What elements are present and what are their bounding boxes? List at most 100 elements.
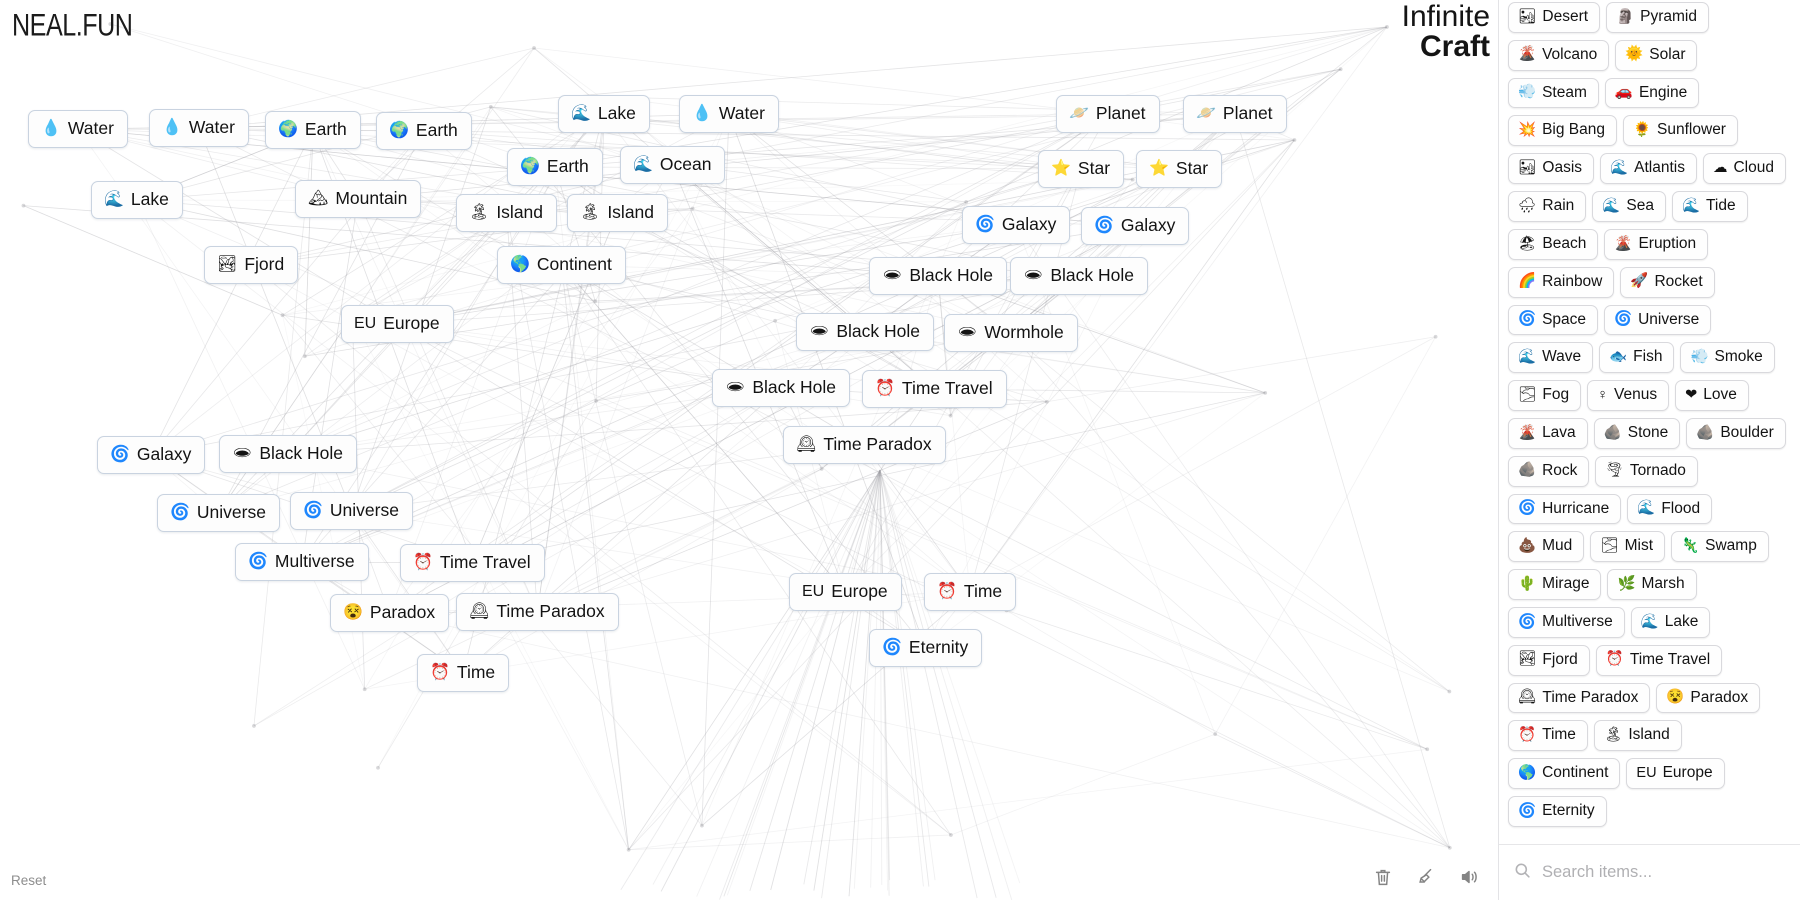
sidebar-item-universe[interactable]: 🌀 Universe [1604, 304, 1712, 336]
sidebar-item-rainbow[interactable]: 🌈 Rainbow [1508, 266, 1615, 298]
canvas-node[interactable]: ⏰ Time [924, 573, 1017, 611]
canvas-node[interactable]: 🕳 Black Hole [712, 369, 850, 407]
canvas-node[interactable]: 🌍 Earth [376, 112, 472, 150]
trash-icon[interactable] [1372, 865, 1394, 889]
sidebar-item-pyramid[interactable]: 🗿 Pyramid [1606, 2, 1709, 33]
sidebar-item-marsh[interactable]: 🌿 Marsh [1607, 569, 1697, 600]
canvas-node[interactable]: 🕳 Black Hole [796, 313, 934, 351]
sidebar-item-big-bang[interactable]: 💥 Big Bang [1508, 115, 1617, 147]
canvas-node[interactable]: 🌀 Multiverse [235, 543, 369, 581]
canvas-node[interactable]: 🏝 Island [456, 194, 558, 232]
sidebar-item-mist[interactable]: 🌫 Mist [1590, 531, 1666, 563]
canvas-node[interactable]: EU Europe [789, 573, 902, 611]
sidebar-item-space[interactable]: 🌀 Space [1508, 304, 1599, 336]
sidebar-item-engine[interactable]: 🚗 Engine [1604, 77, 1700, 109]
search-bar[interactable] [1499, 844, 1800, 900]
canvas-node[interactable]: EU Europe [341, 305, 454, 343]
canvas-node[interactable]: 💧 Water [679, 95, 779, 133]
sidebar-item-eruption[interactable]: 🌋 Eruption [1604, 228, 1709, 260]
sidebar-item-venus[interactable]: ♀ Venus [1587, 380, 1670, 411]
canvas-node[interactable]: ⏰ Time Travel [862, 370, 1007, 408]
canvas-node[interactable]: 🏔 Mountain [295, 180, 422, 218]
sidebar-item-rain[interactable]: 🌧 Rain [1508, 191, 1587, 222]
canvas-node[interactable]: 🌀 Eternity [869, 629, 983, 667]
sidebar-item-fish[interactable]: 🐟 Fish [1599, 342, 1675, 374]
sidebar-item-flood[interactable]: 🌊 Flood [1627, 493, 1713, 525]
canvas-node[interactable]: 🌍 Earth [265, 111, 361, 149]
canvas-node[interactable]: 🌍 Earth [507, 148, 603, 186]
canvas-node[interactable]: 🕳 Black Hole [869, 257, 1007, 295]
sidebar-item-island[interactable]: 🏝 Island [1593, 720, 1682, 752]
sidebar-item-beach[interactable]: 🏖 Beach [1508, 228, 1599, 260]
canvas-node[interactable]: 🌊 Ocean [620, 146, 726, 184]
canvas-node[interactable]: ⏰ Time [417, 654, 510, 692]
sidebar-item-time[interactable]: ⏰ Time [1508, 720, 1588, 752]
sidebar-item-desert[interactable]: 🏜 Desert [1508, 2, 1601, 33]
canvas-node[interactable]: 🌀 Universe [157, 494, 280, 532]
sidebar-item-lake[interactable]: 🌊 Lake [1630, 607, 1711, 638]
canvas-node[interactable]: 🕳 Black Hole [1010, 257, 1148, 295]
sidebar-item-volcano[interactable]: 🌋 Volcano [1508, 39, 1610, 71]
item-emoji-icon: 🌀 [1518, 500, 1537, 517]
sidebar-item-multiverse[interactable]: 🌀 Multiverse [1508, 607, 1625, 638]
canvas-node[interactable]: 💧 Water [149, 109, 249, 147]
crafting-canvas[interactable]: NEAL.FUN Infinite Craft 💧 Water 💧 Water 🌍 Ear… [0, 0, 1498, 900]
canvas-node[interactable]: 🕳 Wormhole [944, 314, 1078, 352]
sidebar-item-hurricane[interactable]: 🌀 Hurricane [1508, 493, 1622, 525]
sidebar-item-sunflower[interactable]: 🌻 Sunflower [1622, 115, 1738, 147]
sidebar-item-tide[interactable]: 🌊 Tide [1671, 191, 1748, 222]
sidebar-item-fjord[interactable]: 🏞 Fjord [1508, 644, 1590, 676]
canvas-node[interactable]: ⭐ Star [1038, 150, 1125, 188]
canvas-node[interactable]: 🌀 Universe [290, 492, 413, 530]
sidebar-item-oasis[interactable]: 🏜 Oasis [1508, 153, 1595, 185]
canvas-node[interactable]: 💧 Water [28, 110, 128, 148]
canvas-node[interactable]: ⏰ Time Travel [400, 544, 545, 582]
canvas-node[interactable]: ⭐ Star [1136, 150, 1223, 188]
canvas-node[interactable]: 🪐 Planet [1183, 95, 1287, 133]
reset-button[interactable]: Reset [11, 873, 46, 888]
item-list[interactable]: 🏜 Desert 🗿 Pyramid 🌋 Volcano 🌞 Solar 💨 Steam 🚗 Engi… [1499, 0, 1800, 844]
canvas-node[interactable]: 🌀 Galaxy [1081, 207, 1190, 245]
canvas-node[interactable]: 🌀 Galaxy [962, 206, 1071, 244]
sidebar-item-rocket[interactable]: 🚀 Rocket [1620, 266, 1715, 298]
sidebar-item-paradox[interactable]: 😵 Paradox [1656, 682, 1761, 714]
broom-icon[interactable] [1415, 865, 1437, 889]
canvas-node[interactable]: 🌊 Lake [558, 95, 650, 133]
sidebar-item-time-paradox[interactable]: 🕰 Time Paradox [1508, 682, 1651, 714]
sidebar-item-mud[interactable]: 💩 Mud [1508, 531, 1585, 563]
sidebar-item-time-travel[interactable]: ⏰ Time Travel [1595, 644, 1723, 676]
sidebar-item-wave[interactable]: 🌊 Wave [1508, 342, 1594, 374]
canvas-node[interactable]: 🪐 Planet [1056, 95, 1160, 133]
canvas-node[interactable]: 🌎 Continent [497, 246, 626, 284]
sidebar-item-cloud[interactable]: ☁ Cloud [1702, 153, 1786, 185]
canvas-node[interactable]: 🕰 Time Paradox [783, 426, 946, 464]
canvas-node[interactable]: 🌊 Lake [91, 181, 183, 219]
canvas-node[interactable]: 🏞 Fjord [204, 246, 299, 284]
sidebar-item-love[interactable]: ❤ Love [1675, 380, 1749, 411]
canvas-node[interactable]: 🕳 Black Hole [219, 435, 357, 473]
sidebar-item-lava[interactable]: 🌋 Lava [1508, 417, 1588, 449]
sidebar-item-solar[interactable]: 🌞 Solar [1615, 39, 1698, 71]
sidebar-item-swamp[interactable]: 🦎 Swamp [1671, 531, 1769, 563]
sidebar-item-steam[interactable]: 💨 Steam [1508, 77, 1599, 109]
search-input[interactable] [1542, 863, 1786, 882]
sidebar-item-boulder[interactable]: 🪨 Boulder [1686, 417, 1786, 449]
sidebar-item-sea[interactable]: 🌊 Sea [1592, 191, 1666, 222]
sidebar-item-eternity[interactable]: 🌀 Eternity [1508, 796, 1607, 827]
neal-fun-logo[interactable]: NEAL.FUN [12, 8, 133, 44]
sidebar-item-smoke[interactable]: 💨 Smoke [1680, 342, 1775, 374]
canvas-node[interactable]: 🕰 Time Paradox [456, 593, 619, 631]
sound-icon[interactable] [1458, 865, 1480, 889]
sidebar-item-europe[interactable]: EU Europe [1626, 758, 1725, 790]
sidebar-item-mirage[interactable]: 🌵 Mirage [1508, 569, 1602, 600]
sidebar-item-fog[interactable]: 🌫 Fog [1508, 380, 1582, 411]
sidebar-item-rock[interactable]: 🪨 Rock [1508, 455, 1590, 487]
sidebar-item-stone[interactable]: 🪨 Stone [1593, 417, 1681, 449]
sidebar-item-continent[interactable]: 🌎 Continent [1508, 758, 1621, 790]
node-emoji-icon: 🪐 [1069, 104, 1089, 122]
sidebar-item-atlantis[interactable]: 🌊 Atlantis [1600, 153, 1697, 185]
canvas-node[interactable]: 🌀 Galaxy [97, 436, 206, 474]
canvas-node[interactable]: 🏝 Island [567, 194, 669, 232]
canvas-node[interactable]: 😵 Paradox [330, 594, 450, 632]
sidebar-item-tornado[interactable]: 🌪 Tornado [1595, 455, 1698, 487]
